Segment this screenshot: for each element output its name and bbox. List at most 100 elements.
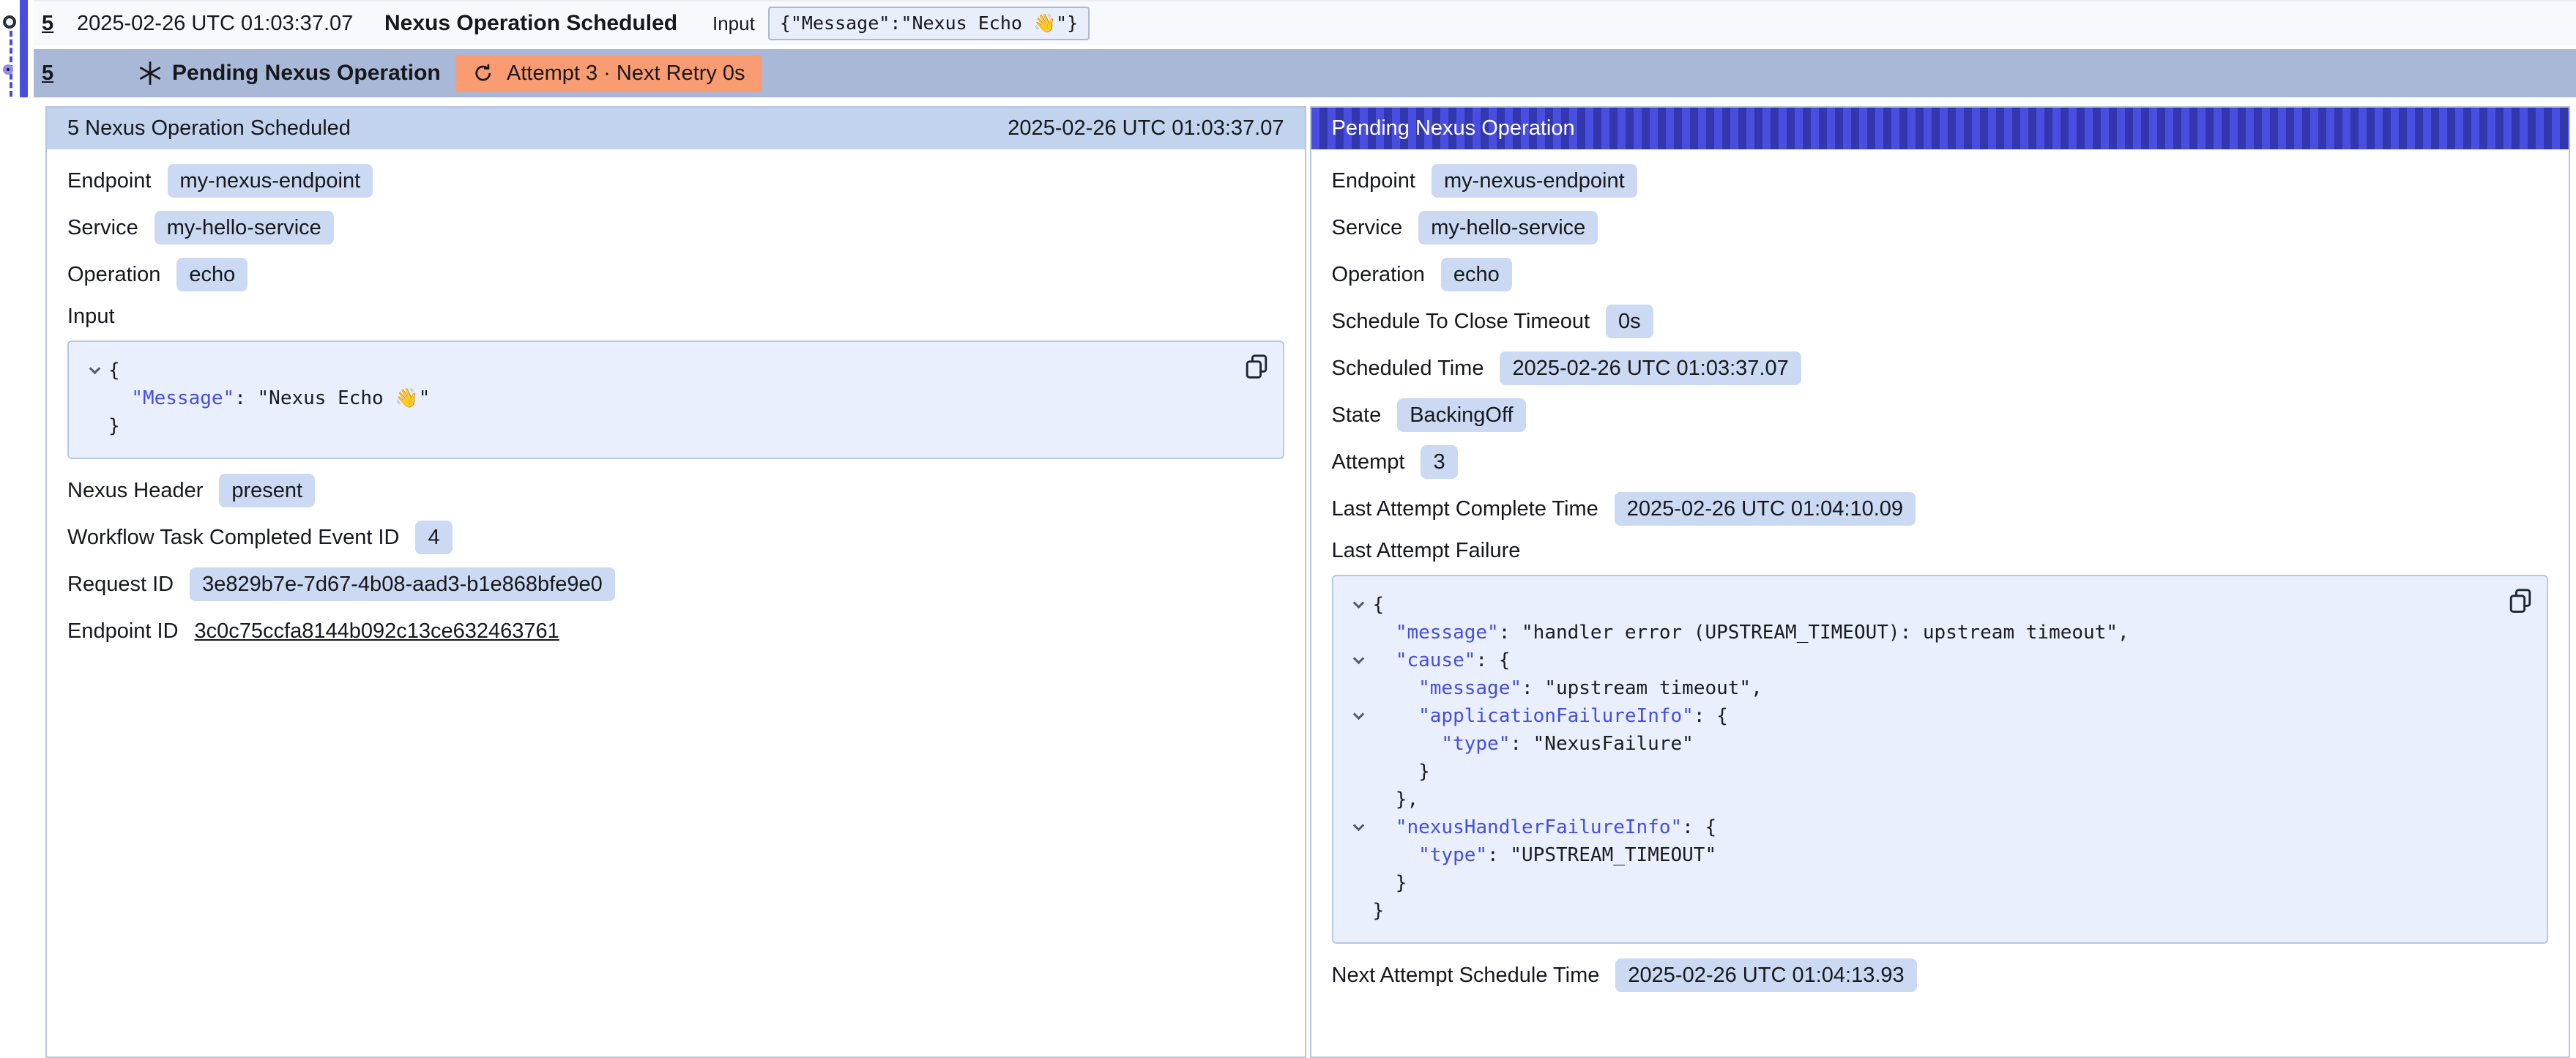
field-list-top: Endpoint my-nexus-endpoint Servicemy-hello… [1332,164,2549,526]
field-label: Operation [1332,263,1425,287]
code-line: "type": "UPSTREAM_TIMEOUT" [1345,841,2496,869]
pending-operation-card-header: Pending Nexus Operation [1311,108,2569,149]
field-row-attempt: Attempt3 [1332,445,2549,479]
code-text: { [1373,591,1385,619]
code-line: "Message": "Nexus Echo 👋" [81,384,1232,412]
code-text: } [1373,897,1385,925]
code-text: "type": "NexusFailure" [1373,730,1694,758]
event-id-cell: 5 [42,62,135,86]
field-value-badge: present [219,474,315,507]
chevron-spacer [1345,674,1373,702]
chevron-spacer [1345,869,1373,897]
field-row-operation: Operation echo [1332,258,2549,291]
code-line: { [1345,591,2496,619]
code-line: { [81,357,1232,384]
card-header-timestamp: 2025-02-26 UTC 01:03:37.07 [1008,116,1284,141]
chevron-spacer [1345,786,1373,813]
copy-icon [1245,354,1268,380]
field-value-link[interactable]: 3c0c75ccfa8144b092c13ce632463761 [195,619,559,644]
field-row-state: StateBackingOff [1332,398,2549,432]
field-label: Endpoint [1332,169,1416,193]
code-text: "message": "handler error (UPSTREAM_TIME… [1373,619,2129,647]
field-value-badge: 2025-02-26 UTC 01:03:37.07 [1500,351,1801,385]
collapse-chevron-icon[interactable] [1345,702,1373,730]
field-row-endpoint-id: Endpoint ID 3c0c75ccfa8144b092c13ce632463… [67,614,1284,648]
code-line: "applicationFailureInfo": { [1345,702,2496,730]
code-text: } [108,412,120,440]
card-header-title: Pending Nexus Operation [1332,116,1575,141]
pending-asterisk-icon [135,59,165,88]
field-label: Service [67,216,138,240]
pending-nexus-operation-row[interactable]: 5 Pending Nexus Operation Attempt 3 · Ne… [34,49,2576,97]
field-row-service: Servicemy-hello-service [1332,211,2549,245]
pending-operation-card-body: Endpoint my-nexus-endpoint Servicemy-hello… [1311,149,2569,1026]
event-id-cell: 5 [42,12,77,36]
field-row-workflow-task-completed-event-id: Workflow Task Completed Event ID4 [67,521,1284,554]
code-line: "cause": { [1345,647,2496,674]
pending-operation-card: Pending Nexus Operation Endpoint my-nexus… [1310,106,2571,1058]
field-label: Request ID [67,573,174,597]
code-line: "message": "upstream timeout", [1345,674,2496,702]
field-list-top: Endpointmy-nexus-endpoint Service my-hello… [67,164,1284,291]
last-attempt-failure-codeblock: { "message": "handler error (UPSTREAM_TI… [1332,575,2549,944]
field-list-bottom: Nexus Headerpresent Workflow Task Complet… [67,474,1284,648]
field-value-badge: my-hello-service [155,211,334,245]
code-line: } [81,412,1232,440]
collapse-chevron-icon[interactable] [81,357,108,384]
field-label: Attempt [1332,450,1405,474]
field-label: Next Attempt Schedule Time [1332,964,1600,988]
event-id-link[interactable]: 5 [42,62,53,85]
event-input-label: Input [712,12,755,35]
code-text: } [1373,758,1430,786]
field-row-scheduled-time: Scheduled Time2025-02-26 UTC 01:03:37.07 [1332,351,2549,385]
code-text: } [1373,869,1407,897]
field-value-badge: BackingOff [1397,398,1525,432]
code-line: } [1345,869,2496,897]
retry-badge-text: Attempt 3 · Next Retry 0s [507,62,745,86]
collapse-chevron-icon[interactable] [1345,647,1373,674]
field-value-badge: 4 [415,521,452,554]
timeline-dot-open-icon [3,15,16,29]
event-title: Nexus Operation Scheduled [384,11,712,36]
code-text: "cause": { [1373,647,1511,674]
event-detail-card: 5 Nexus Operation Scheduled 2025-02-26 U… [45,106,1306,1058]
field-value-badge: echo [176,258,247,291]
field-row-request-id: Request ID 3e829b7e-7d67-4b08-aad3-b1e868… [67,567,1284,601]
field-value-badge: 2025-02-26 UTC 01:04:10.09 [1615,492,1916,526]
field-row-endpoint: Endpoint my-nexus-endpoint [1332,164,2549,198]
chevron-spacer [81,412,108,440]
code-lines: { "Message": "Nexus Echo 👋"} [81,357,1232,440]
code-text: "applicationFailureInfo": { [1373,702,1728,730]
field-row-endpoint: Endpointmy-nexus-endpoint [67,164,1284,198]
failure-section-label: Last Attempt Failure [1332,539,2549,563]
timeline-dot-filled-icon [3,64,13,75]
copy-button[interactable] [2509,588,2532,614]
timeline-connector-dashed [10,31,12,97]
event-detail-card-header: 5 Nexus Operation Scheduled 2025-02-26 U… [47,108,1305,149]
copy-button[interactable] [1245,354,1268,380]
field-value-badge: my-nexus-endpoint [168,164,373,198]
field-row-next-attempt-schedule-time: Next Attempt Schedule Time2025-02-26 UTC… [1332,958,2549,992]
field-label: Endpoint ID [67,619,179,644]
collapse-chevron-icon[interactable] [1345,813,1373,841]
code-line: "nexusHandlerFailureInfo": { [1345,813,2496,841]
chevron-spacer [1345,897,1373,925]
code-text: "type": "UPSTREAM_TIMEOUT" [1373,841,1717,869]
field-row-nexus-header: Nexus Headerpresent [67,474,1284,507]
field-value-badge: 3e829b7e-7d67-4b08-aad3-b1e868bfe9e0 [190,567,615,601]
chevron-spacer [81,384,108,412]
event-detail-panels: 5 Nexus Operation Scheduled 2025-02-26 U… [45,106,2570,1058]
card-header-title: 5 Nexus Operation Scheduled [67,116,351,141]
field-value-badge: my-nexus-endpoint [1432,164,1637,198]
code-line: "message": "handler error (UPSTREAM_TIME… [1345,619,2496,647]
code-text: "message": "upstream timeout", [1373,674,1762,702]
timeline-active-bar [20,0,28,97]
event-row-nexus-operation-scheduled[interactable]: 5 2025-02-26 UTC 01:03:37.07 Nexus Opera… [34,0,2576,45]
chevron-spacer [1345,758,1373,786]
field-value-badge: echo [1441,258,1512,291]
collapse-chevron-icon[interactable] [1345,591,1373,619]
field-list-bottom: Next Attempt Schedule Time2025-02-26 UTC… [1332,958,2549,992]
event-timestamp: 2025-02-26 UTC 01:03:37.07 [77,12,384,36]
event-id-link[interactable]: 5 [42,12,53,35]
chevron-spacer [1345,730,1373,758]
